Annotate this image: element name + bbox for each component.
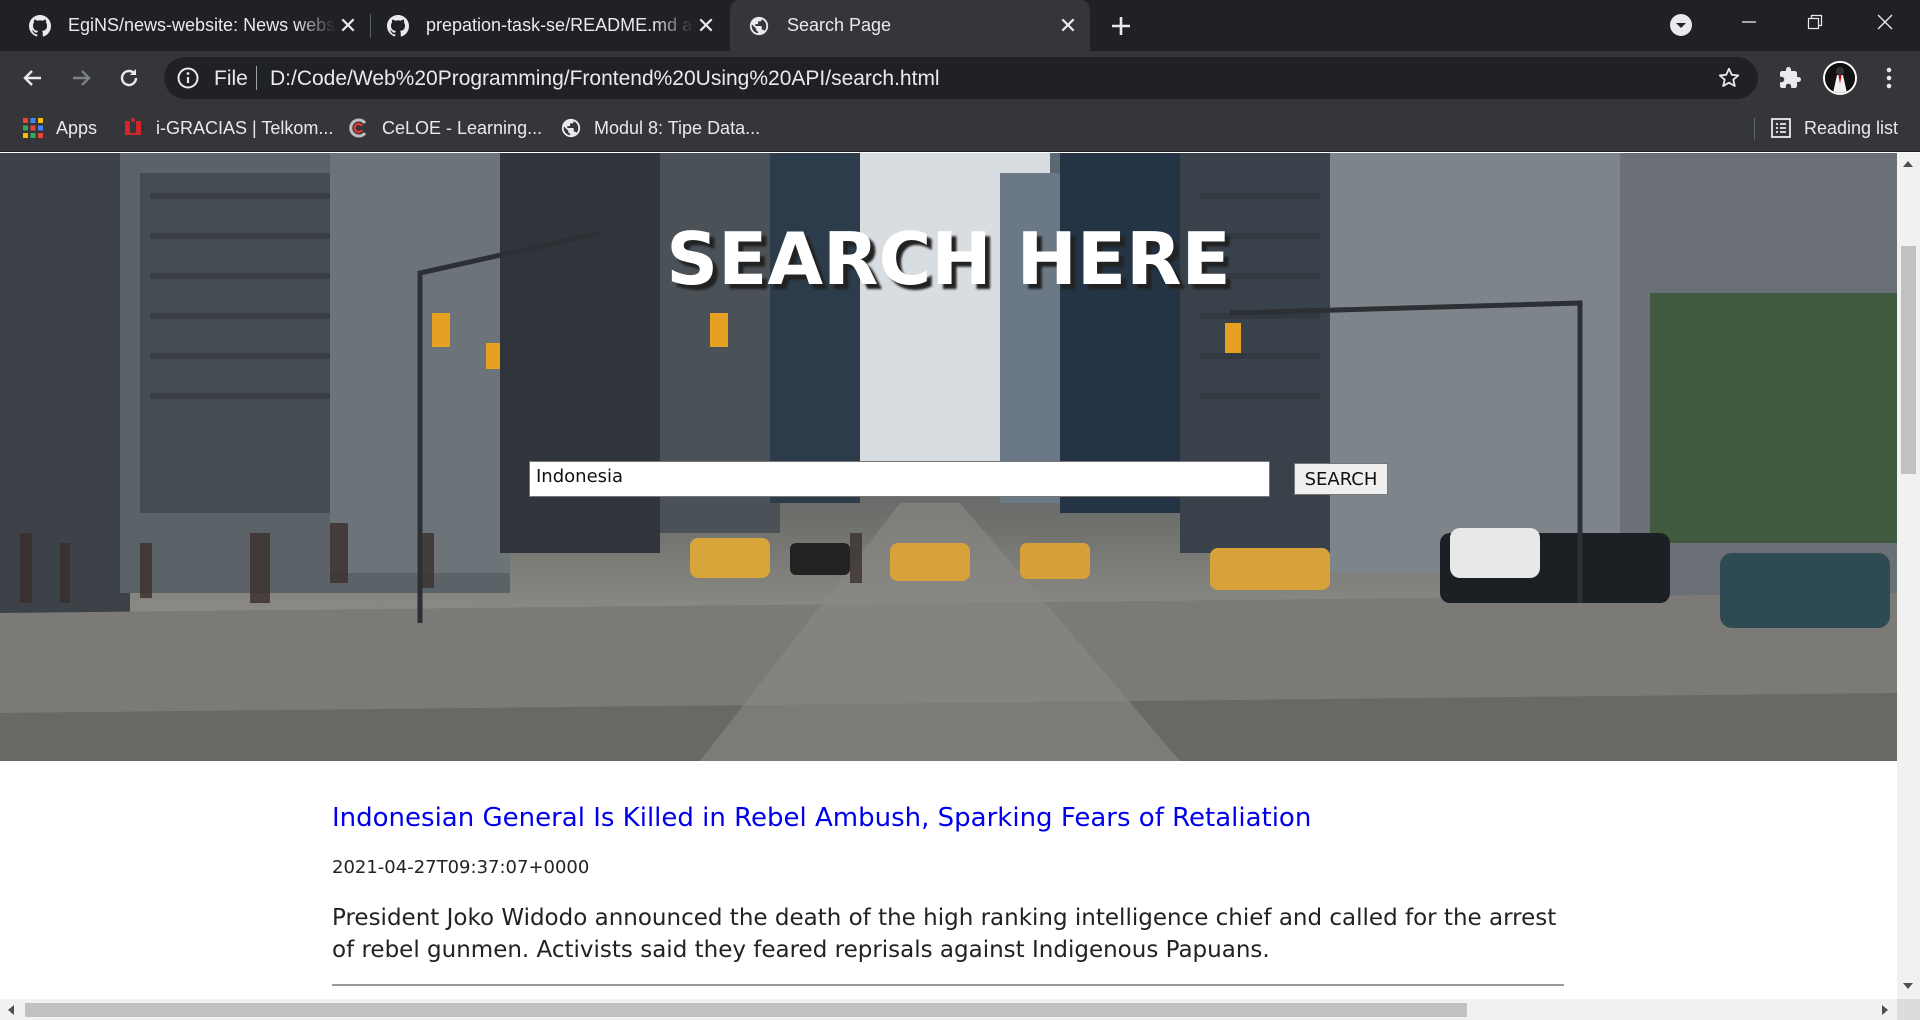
scroll-left-icon[interactable]	[8, 1005, 14, 1015]
minimize-icon	[1742, 21, 1756, 23]
article-divider	[332, 984, 1564, 986]
arrow-left-icon	[23, 70, 41, 86]
restore-icon	[1807, 14, 1823, 30]
bookmark-celoe[interactable]: CeLOE - Learning...	[348, 114, 542, 142]
hero-banner: SEARCH HERE Indonesia SEARCH	[0, 153, 1897, 761]
tab-readme[interactable]: prepation-task-se/README.md at main ✕	[371, 0, 728, 51]
browser-toolbar: File D:/Code/Web%20Programming/Frontend%…	[0, 51, 1920, 104]
reload-icon	[120, 69, 138, 87]
reading-list-button[interactable]: Reading list	[1770, 114, 1898, 142]
close-tab-icon[interactable]: ✕	[336, 13, 360, 38]
igracias-icon	[125, 118, 141, 135]
article-date: 2021-04-27T09:37:07+0000	[332, 857, 590, 878]
reading-list-icon	[1771, 118, 1791, 138]
tab-news-website[interactable]: EgiNS/news-website: News website ✕	[0, 0, 370, 51]
article-title-link[interactable]: Indonesian General Is Killed in Rebel Am…	[332, 801, 1564, 835]
close-tab-icon[interactable]: ✕	[694, 13, 718, 38]
forward-button[interactable]	[64, 61, 98, 95]
restore-button[interactable]	[1782, 0, 1848, 44]
bookmark-label: i-GRACIAS | Telkom...	[156, 117, 334, 138]
scrollbar-corner	[1897, 999, 1920, 1020]
hero-title: SEARCH HERE	[666, 217, 1231, 301]
search-button[interactable]: SEARCH	[1294, 463, 1388, 495]
vertical-scrollbar[interactable]	[1897, 153, 1920, 999]
url-text[interactable]: D:/Code/Web%20Programming/Frontend%20Usi…	[270, 67, 940, 91]
bookmark-modul[interactable]: Modul 8: Tipe Data...	[560, 114, 760, 142]
tab-title: Search Page	[787, 15, 892, 35]
bookmark-apps[interactable]: Apps	[22, 114, 97, 142]
horizontal-scrollbar[interactable]	[0, 999, 1897, 1020]
omnibox-divider	[256, 66, 257, 90]
bookmark-igracias[interactable]: i-GRACIAS | Telkom...	[122, 114, 333, 142]
scheme-label: File	[214, 67, 248, 90]
tab-title: EgiNS/news-website: News website	[68, 15, 336, 35]
close-icon	[1877, 14, 1893, 30]
article-description: President Joko Widodo announced the deat…	[332, 905, 1557, 963]
close-window-button[interactable]	[1852, 0, 1918, 44]
horizontal-scroll-thumb[interactable]	[25, 1003, 1467, 1017]
avatar-image	[1825, 63, 1855, 93]
kebab-menu-icon	[1886, 67, 1892, 89]
puzzle-icon	[1780, 67, 1801, 88]
apps-grid-icon	[23, 118, 43, 138]
address-bar[interactable]: File D:/Code/Web%20Programming/Frontend%…	[164, 57, 1758, 99]
bookmarks-bar: Apps i-GRACIAS | Telkom... CeLOE - Learn…	[0, 104, 1920, 152]
profile-avatar[interactable]	[1823, 61, 1857, 95]
reading-list-label: Reading list	[1804, 117, 1899, 138]
page-viewport: SEARCH HERE Indonesia SEARCH Indonesian …	[0, 153, 1897, 999]
tab-strip: EgiNS/news-website: News website ✕ prepa…	[0, 0, 1920, 51]
scroll-right-icon[interactable]	[1882, 1005, 1888, 1015]
bookmark-star-icon[interactable]	[1717, 66, 1741, 90]
bookmarks-divider	[1754, 118, 1755, 140]
close-tab-icon[interactable]: ✕	[1056, 13, 1080, 38]
article-item: Indonesian General Is Killed in Rebel Am…	[332, 801, 1564, 986]
bookmark-label: CeLOE - Learning...	[382, 117, 543, 138]
bookmark-label: Modul 8: Tipe Data...	[594, 117, 761, 138]
extensions-button[interactable]	[1775, 63, 1805, 93]
globe-icon	[749, 16, 769, 35]
info-icon[interactable]	[176, 66, 200, 90]
tab-search-page[interactable]: Search Page ✕	[730, 0, 1090, 51]
plus-icon	[1112, 17, 1130, 35]
scroll-up-icon[interactable]	[1903, 161, 1913, 167]
bookmark-label: Apps	[56, 117, 98, 138]
minimize-button[interactable]	[1716, 0, 1782, 44]
github-icon	[387, 14, 409, 37]
scroll-down-icon[interactable]	[1903, 983, 1913, 989]
new-tab-button[interactable]	[1106, 11, 1136, 41]
search-input[interactable]: Indonesia	[529, 461, 1270, 497]
back-button[interactable]	[16, 61, 50, 95]
tab-title: prepation-task-se/README.md at main	[426, 15, 694, 35]
reload-button[interactable]	[112, 61, 146, 95]
github-icon	[29, 14, 51, 37]
tab-search-icon[interactable]	[1668, 12, 1694, 38]
menu-button[interactable]	[1874, 63, 1904, 93]
celoe-icon	[349, 118, 367, 138]
vertical-scroll-thumb[interactable]	[1901, 246, 1916, 474]
arrow-right-icon	[73, 70, 91, 86]
globe-icon	[561, 118, 581, 138]
